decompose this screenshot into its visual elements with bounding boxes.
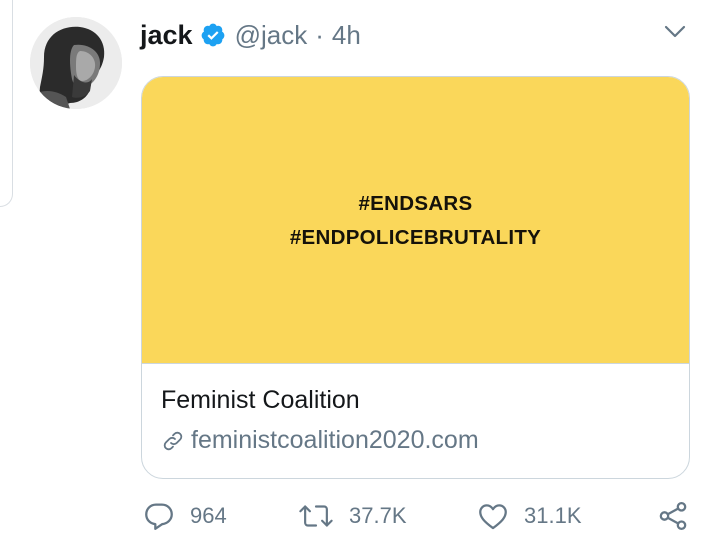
author-handle[interactable]: @jack [235,20,308,51]
card-link[interactable]: feministcoalition2020.com [161,426,479,455]
share-icon [656,499,690,533]
tweet-actions: 964 37.7K 31.1K [0,496,719,536]
reply-icon [142,499,176,533]
link-icon [161,429,185,453]
heart-icon [476,499,510,533]
share-button[interactable] [656,496,690,536]
retweet-button[interactable]: 37.7K [297,496,407,536]
like-button[interactable]: 31.1K [476,496,582,536]
retweet-count: 37.7K [349,503,407,528]
avatar-photo [30,17,122,109]
retweet-icon [297,499,335,533]
verified-badge-icon [200,22,226,48]
author-name[interactable]: jack [140,20,193,51]
card-link-domain: feministcoalition2020.com [191,426,479,454]
separator-dot: · [315,19,324,50]
card-image[interactable]: #ENDSARS #ENDPOLICEBRUTALITY [142,77,689,364]
reply-count: 964 [190,503,227,528]
previous-tweet-edge [0,0,13,207]
chevron-down-icon[interactable] [662,22,688,42]
avatar[interactable] [30,17,122,109]
tweet-header: jack @jack · 4h [140,17,361,53]
card-title: Feminist Coalition [161,386,360,414]
card-image-text-line-2: #ENDPOLICEBRUTALITY [289,226,542,249]
like-count: 31.1K [524,503,582,528]
tweet-timestamp[interactable]: 4h [332,20,361,51]
link-card[interactable]: #ENDSARS #ENDPOLICEBRUTALITY Feminist Co… [141,76,690,479]
card-image-text-line-1: #ENDSARS [358,192,473,215]
reply-button[interactable]: 964 [142,496,227,536]
